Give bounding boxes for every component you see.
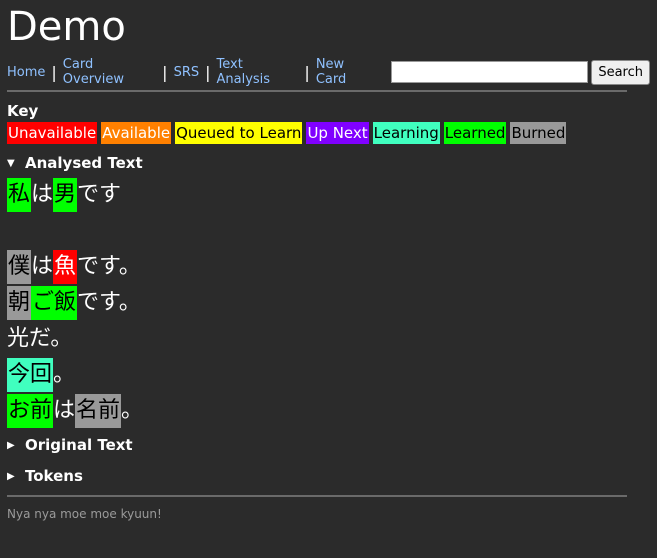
plain-text: は bbox=[53, 398, 76, 423]
analysed-line: 朝ご飯です。 bbox=[7, 286, 650, 322]
analysed-line: 僕は魚です。 bbox=[7, 250, 650, 286]
nav-srs-link[interactable]: SRS bbox=[174, 65, 200, 80]
tokens-toggle[interactable]: ▶ Tokens bbox=[7, 465, 650, 487]
header-divider bbox=[7, 90, 627, 92]
plain-text: です。 bbox=[77, 254, 141, 279]
plain-text: は bbox=[31, 254, 54, 279]
key-available: Available bbox=[101, 122, 172, 144]
word-token-learning: 今回 bbox=[7, 358, 54, 392]
analysed-line: 光だ。 bbox=[7, 322, 650, 358]
plain-text: です。 bbox=[77, 290, 141, 315]
page: Demo Home | Card Overview | SRS | Text A… bbox=[0, 0, 657, 521]
site-title: Demo bbox=[7, 4, 126, 50]
plain-text: です bbox=[77, 182, 122, 207]
key-burned: Burned bbox=[510, 122, 567, 144]
analysed-line: お前は名前。 bbox=[7, 394, 650, 430]
search-button[interactable]: Search bbox=[591, 59, 650, 85]
plain-text: 光だ。 bbox=[7, 326, 73, 351]
nav-separator: | bbox=[205, 62, 211, 82]
analysed-text-heading: Analysed Text bbox=[25, 154, 143, 172]
footer-text: Nya nya moe moe kyuun! bbox=[7, 507, 162, 521]
key-learning: Learning bbox=[372, 122, 440, 144]
word-token-burned: 朝 bbox=[7, 286, 32, 320]
word-token-learned: 私 bbox=[7, 178, 32, 212]
nav-bar: Home | Card Overview | SRS | Text Analys… bbox=[7, 57, 650, 87]
nav-text-analysis-link[interactable]: Text Analysis bbox=[217, 57, 299, 87]
plain-text: 。 bbox=[121, 398, 144, 423]
analysed-line: 今回。 bbox=[7, 358, 650, 394]
search-input[interactable] bbox=[391, 61, 589, 83]
triangle-right-icon: ▶ bbox=[7, 470, 15, 482]
word-token-learned: お前 bbox=[7, 394, 54, 428]
tokens-heading: Tokens bbox=[25, 467, 83, 485]
key-learned: Learned bbox=[443, 122, 507, 144]
key-unavailable: Unavailable bbox=[7, 122, 98, 144]
key-queued: Queued to Learn bbox=[175, 122, 303, 144]
key-up-next: Up Next bbox=[306, 122, 369, 144]
plain-text: 。 bbox=[53, 362, 76, 387]
nav-separator: | bbox=[304, 62, 310, 82]
word-token-burned: 名前 bbox=[75, 394, 122, 428]
nav-new-card-link[interactable]: New Card bbox=[316, 57, 377, 87]
word-token-learned: 男 bbox=[53, 178, 78, 212]
word-token-burned: 僕 bbox=[7, 250, 32, 284]
word-token-learned: ご飯 bbox=[31, 286, 78, 320]
triangle-down-icon: ▼ bbox=[7, 157, 15, 169]
key-heading: Key bbox=[7, 102, 39, 120]
analysed-text-toggle[interactable]: ▼ Analysed Text bbox=[7, 152, 650, 174]
key-legend: Unavailable Available Queued to Learn Up… bbox=[7, 122, 650, 144]
nav-home-link[interactable]: Home bbox=[7, 65, 45, 80]
nav-separator: | bbox=[51, 62, 57, 82]
nav-separator: | bbox=[162, 62, 168, 82]
analysed-line: 私は男です bbox=[7, 178, 650, 214]
nav-card-overview-link[interactable]: Card Overview bbox=[63, 57, 156, 87]
original-text-toggle[interactable]: ▶ Original Text bbox=[7, 434, 650, 456]
analysed-line bbox=[7, 214, 650, 250]
plain-text: は bbox=[31, 182, 54, 207]
footer-divider bbox=[7, 495, 627, 497]
word-token-unavailable: 魚 bbox=[53, 250, 78, 284]
analysed-text-body: 私は男です 僕は魚です。 朝ご飯です。 光だ。 今回。 お前は名前。 bbox=[7, 178, 650, 430]
original-text-heading: Original Text bbox=[25, 436, 133, 454]
triangle-right-icon: ▶ bbox=[7, 439, 15, 451]
